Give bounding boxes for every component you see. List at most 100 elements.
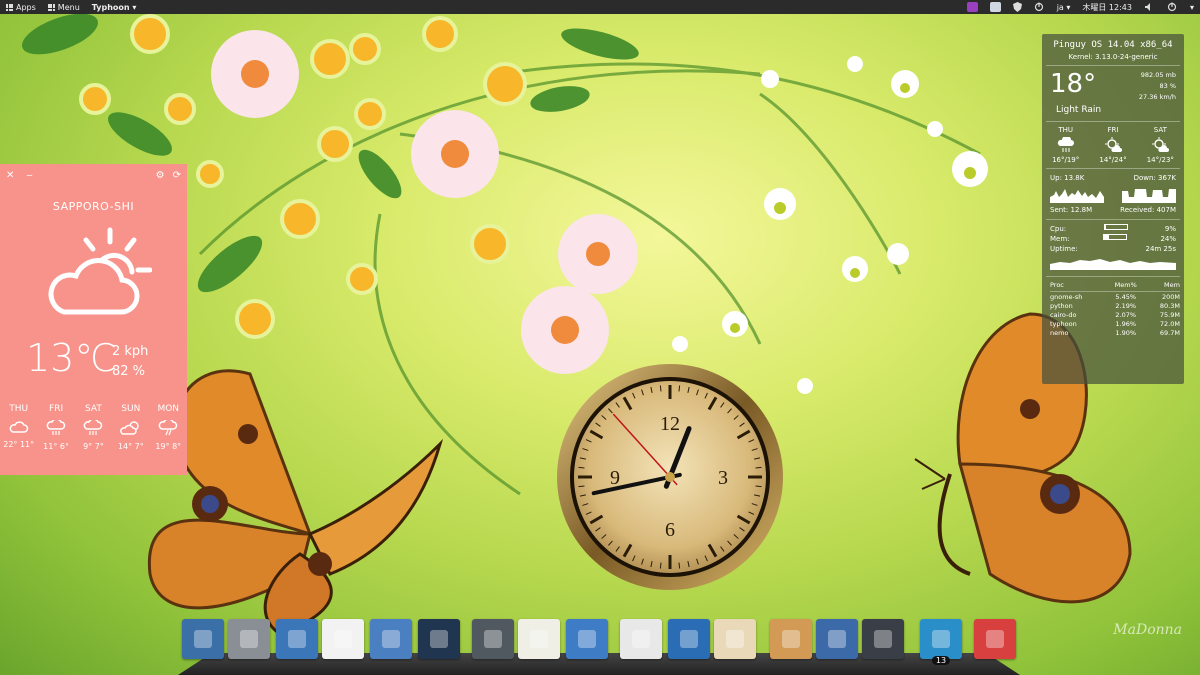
- pink-daisy-flowers: [211, 30, 638, 374]
- chevron-down-icon[interactable]: ▾: [1184, 0, 1200, 14]
- partly-sunny-icon: [1104, 137, 1122, 152]
- proc-mem-pct: 1.90%: [1115, 329, 1137, 337]
- dock-chrome-button[interactable]: [620, 619, 662, 659]
- pressure: 982.05 mb: [1140, 71, 1176, 79]
- home-folder-icon: [782, 630, 800, 648]
- uptime-row: Uptime: 24m 25s: [1042, 244, 1184, 254]
- forecast-day: MON 19° 8°: [150, 404, 186, 451]
- forecast-day-name: FRI: [49, 404, 64, 414]
- proc-mem-pct: 5.45%: [1115, 293, 1137, 301]
- table-row: typhoon 1.96% 72.0M: [1050, 320, 1180, 329]
- mem-row: Mem: 24%: [1042, 234, 1184, 244]
- proc-name: nemo: [1050, 329, 1069, 337]
- dock-settings-button[interactable]: [370, 619, 412, 659]
- dock-mail-button[interactable]: [714, 619, 756, 659]
- forecast-temps: 9° 7°: [83, 442, 104, 451]
- proc-mem: 75.9M: [1159, 311, 1180, 319]
- menu-button[interactable]: Menu: [42, 0, 86, 14]
- table-row: gnome-sh 5.45% 200M: [1050, 293, 1180, 302]
- user-menu-icon[interactable]: [1167, 2, 1178, 12]
- clock-tick: [755, 466, 762, 469]
- tray-app-icon[interactable]: [966, 2, 978, 12]
- typhoon-icon: [932, 630, 950, 648]
- upload-speed: Up: 13.8K: [1050, 174, 1085, 182]
- dock-webcam-button[interactable]: [418, 619, 460, 659]
- forecast-day-name: SUN: [121, 404, 141, 414]
- mem-header: Mem: [1164, 281, 1180, 289]
- shield-icon[interactable]: [1012, 2, 1022, 12]
- proc-header: Proc: [1050, 281, 1064, 289]
- clock-tick: [659, 385, 662, 392]
- received-total: Received: 407M: [1120, 206, 1176, 214]
- uptime-label: Uptime:: [1050, 245, 1078, 253]
- forecast-day-name: SAT: [85, 404, 102, 414]
- cpu-bar-fill: [1104, 225, 1107, 229]
- panel-clock[interactable]: 木曜日 12:43: [1076, 0, 1138, 14]
- dock-apps-grid-button[interactable]: [182, 619, 224, 659]
- dock-home-folder-button[interactable]: [770, 619, 812, 659]
- divider: [1046, 276, 1180, 277]
- clock-numeral-3: 3: [718, 467, 728, 489]
- proc-name: gnome-sh: [1050, 293, 1083, 301]
- close-icon[interactable]: ✕: [6, 170, 14, 181]
- refresh-icon[interactable]: ⟳: [173, 170, 181, 181]
- sysmon-forecast-day: THU 16°/19°: [1052, 126, 1079, 164]
- dock-typhoon-button[interactable]: 13: [920, 619, 962, 665]
- typhoon-label: Typhoon ▾: [91, 2, 137, 12]
- partly-sunny-icon: [1152, 137, 1170, 152]
- dock-writer-button[interactable]: [566, 619, 608, 659]
- os-name: Pinguy OS 14.04 x86_64: [1053, 40, 1173, 50]
- keyboard-layout[interactable]: ja ▾: [1051, 0, 1077, 14]
- menu-grid-icon: [47, 3, 55, 11]
- gear-icon[interactable]: ⚙: [156, 170, 165, 181]
- cpu-bar: [1103, 224, 1128, 230]
- sysmon-forecast: THU 16°/19° FRI 14°/24° SAT 14°/23°: [1042, 126, 1184, 164]
- desktop-icon: [828, 630, 846, 648]
- forecast-temps: 11° 6°: [43, 442, 69, 451]
- dock-calculator-button[interactable]: [472, 619, 514, 659]
- power-status-icon[interactable]: [1034, 2, 1045, 12]
- dock-software-center-button[interactable]: [322, 619, 364, 659]
- download-manager-icon: [288, 630, 306, 648]
- forecast-day: SAT 9° 7°: [75, 404, 111, 451]
- cpu-history-graph: [1050, 259, 1176, 270]
- proc-name: typhoon: [1050, 320, 1077, 328]
- dock-file-manager-button[interactable]: [228, 619, 270, 659]
- typhoon-menu[interactable]: Typhoon ▾: [86, 0, 143, 14]
- rain-icon: [1057, 137, 1074, 152]
- sysmon-forecast-day: FRI 14°/24°: [1099, 126, 1126, 164]
- dock-terminal-button[interactable]: [862, 619, 904, 659]
- firefox-icon: [680, 630, 698, 648]
- process-table: Proc Mem% Mem gnome-sh 5.45% 200M python 2.…: [1050, 281, 1180, 338]
- download-graph: [1122, 189, 1176, 203]
- sysmon-forecast-day-name: THU: [1058, 126, 1073, 134]
- apps-label: Apps: [16, 2, 36, 12]
- proc-mem: 72.0M: [1159, 320, 1180, 328]
- sysmon-forecast-temps: 16°/19°: [1052, 156, 1080, 164]
- dock-power-button[interactable]: [974, 619, 1016, 659]
- apps-button[interactable]: Apps: [0, 0, 42, 14]
- volume-icon[interactable]: [1144, 2, 1155, 12]
- divider: [1046, 168, 1180, 169]
- sysmon-wind: 27.36 km/h: [1138, 93, 1176, 101]
- wind-humidity: 2 kph 82 %: [112, 342, 148, 382]
- proc-mem: 69.7M: [1159, 329, 1180, 337]
- power-icon: [986, 630, 1004, 648]
- table-row: nemo 1.90% 69.7M: [1050, 329, 1180, 338]
- sysmon-forecast-day: SAT 14°/23°: [1147, 126, 1174, 164]
- system-monitor-widget: Pinguy OS 14.04 x86_64 Kernel: 3.13.0-24…: [1042, 34, 1184, 384]
- apps-grid-icon: [6, 3, 13, 11]
- dock-desktop-button[interactable]: [816, 619, 858, 659]
- proc-mem-pct: 1.96%: [1115, 320, 1137, 328]
- webcam-icon: [430, 630, 448, 648]
- proc-mem: 200M: [1161, 293, 1180, 301]
- cloud-rain-icon: [158, 420, 178, 436]
- menu-label: Menu: [57, 2, 80, 12]
- dock-text-editor-button[interactable]: [518, 619, 560, 659]
- tray-display-icon[interactable]: [989, 2, 1001, 12]
- minimize-icon[interactable]: ‒: [26, 170, 32, 181]
- dock-firefox-button[interactable]: [668, 619, 710, 659]
- clock-numeral-9: 9: [610, 467, 620, 489]
- dock-download-manager-button[interactable]: [276, 619, 318, 659]
- rain-icon: [46, 420, 66, 435]
